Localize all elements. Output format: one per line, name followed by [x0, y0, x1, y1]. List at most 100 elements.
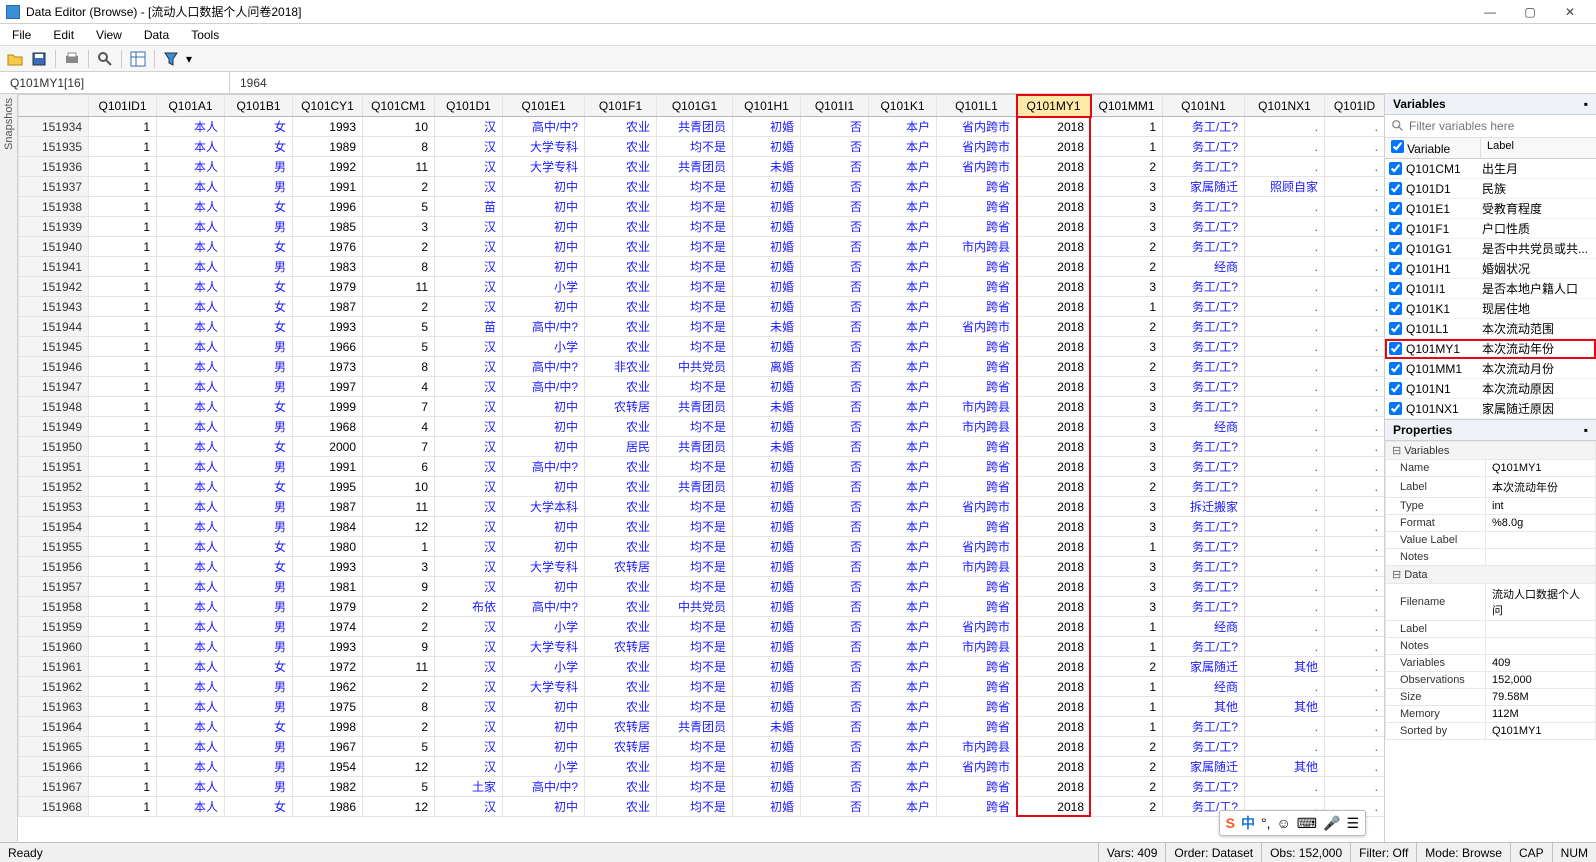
- cell[interactable]: 跨省: [937, 377, 1017, 397]
- snapshots-tab[interactable]: Snapshots: [0, 94, 18, 842]
- cell[interactable]: 跨省: [937, 517, 1017, 537]
- cell[interactable]: 省内跨市: [937, 137, 1017, 157]
- cell[interactable]: 农业: [585, 697, 657, 717]
- cell[interactable]: .: [1325, 337, 1385, 357]
- ime-toolbar[interactable]: S 中 °, ☺ ⌨ 🎤 ☰: [1219, 810, 1366, 836]
- table-row[interactable]: 1519401本人女19762汉初中农业均不是初婚否本户市内跨县20182务工/…: [19, 237, 1385, 257]
- cell[interactable]: .: [1325, 117, 1385, 137]
- cell[interactable]: 3: [363, 557, 435, 577]
- cell[interactable]: 均不是: [657, 297, 733, 317]
- cell[interactable]: .: [1325, 217, 1385, 237]
- variable-row[interactable]: Q101K1现居住地: [1385, 299, 1596, 319]
- save-icon[interactable]: [28, 48, 50, 70]
- cell[interactable]: .: [1325, 617, 1385, 637]
- cell[interactable]: 高中/中?: [503, 117, 585, 137]
- table-row[interactable]: 1519361本人男199211汉大学专科农业共青团员未婚否本户省内跨市2018…: [19, 157, 1385, 177]
- cell[interactable]: 共青团员: [657, 717, 733, 737]
- property-section[interactable]: Data: [1386, 566, 1596, 584]
- cell[interactable]: 5: [363, 317, 435, 337]
- cell[interactable]: .: [1245, 217, 1325, 237]
- ime-voice-icon[interactable]: 🎤: [1323, 815, 1340, 832]
- cell[interactable]: 大学专科: [503, 637, 585, 657]
- cell[interactable]: 市内跨县: [937, 237, 1017, 257]
- cell[interactable]: .: [1245, 577, 1325, 597]
- table-row[interactable]: 1519391本人男19853汉初中农业均不是初婚否本户跨省20183务工/工?…: [19, 217, 1385, 237]
- cell[interactable]: 1974: [293, 617, 363, 637]
- menu-edit[interactable]: Edit: [49, 26, 78, 44]
- cell[interactable]: 男: [225, 357, 293, 377]
- row-number[interactable]: 151948: [19, 397, 89, 417]
- cell[interactable]: 2: [1091, 657, 1163, 677]
- cell[interactable]: .: [1325, 137, 1385, 157]
- cell[interactable]: 1: [1091, 137, 1163, 157]
- column-header[interactable]: [19, 95, 89, 117]
- cell[interactable]: 1: [89, 117, 157, 137]
- cell[interactable]: 2018: [1017, 597, 1091, 617]
- table-row[interactable]: 1519381本人女19965苗初中农业均不是初婚否本户跨省20183务工/工?…: [19, 197, 1385, 217]
- cell[interactable]: 务工/工?: [1163, 577, 1245, 597]
- table-row[interactable]: 1519561本人女19933汉大学专科农转居均不是初婚否本户市内跨县20183…: [19, 557, 1385, 577]
- cell[interactable]: 1968: [293, 417, 363, 437]
- cell[interactable]: 1: [1091, 637, 1163, 657]
- cell[interactable]: 均不是: [657, 677, 733, 697]
- cell[interactable]: 初中: [503, 717, 585, 737]
- cell[interactable]: 初中: [503, 517, 585, 537]
- property-row[interactable]: Filename流动人口数据个人问: [1386, 584, 1596, 621]
- cell[interactable]: 本人: [157, 517, 225, 537]
- cell[interactable]: 初婚: [733, 237, 801, 257]
- cell[interactable]: 男: [225, 677, 293, 697]
- cell[interactable]: 2018: [1017, 557, 1091, 577]
- cell[interactable]: .: [1325, 597, 1385, 617]
- cell[interactable]: 1: [1091, 537, 1163, 557]
- row-number[interactable]: 151955: [19, 537, 89, 557]
- cell[interactable]: .: [1245, 257, 1325, 277]
- cell[interactable]: 1: [89, 637, 157, 657]
- cell[interactable]: 本户: [869, 237, 937, 257]
- cell[interactable]: .: [1325, 417, 1385, 437]
- row-number[interactable]: 151947: [19, 377, 89, 397]
- cell[interactable]: .: [1245, 437, 1325, 457]
- cell-value[interactable]: 1964: [230, 72, 1596, 93]
- row-number[interactable]: 151939: [19, 217, 89, 237]
- cell[interactable]: 8: [363, 697, 435, 717]
- cell[interactable]: 女: [225, 797, 293, 817]
- cell[interactable]: 均不是: [657, 137, 733, 157]
- filter-icon[interactable]: [160, 48, 182, 70]
- cell[interactable]: 男: [225, 217, 293, 237]
- cell[interactable]: 初中: [503, 797, 585, 817]
- property-row[interactable]: Value Label: [1386, 532, 1596, 549]
- cell[interactable]: 男: [225, 177, 293, 197]
- cell[interactable]: 高中/中?: [503, 377, 585, 397]
- cell[interactable]: 本户: [869, 577, 937, 597]
- cell[interactable]: 否: [801, 237, 869, 257]
- cell[interactable]: 3: [1091, 337, 1163, 357]
- table-row[interactable]: 1519421本人女197911汉小学农业均不是初婚否本户跨省20183务工/工…: [19, 277, 1385, 297]
- cell[interactable]: 2: [1091, 477, 1163, 497]
- column-header[interactable]: Q101A1: [157, 95, 225, 117]
- cell[interactable]: 汉: [435, 717, 503, 737]
- table-row[interactable]: 1519351本人女19898汉大学专科农业均不是初婚否本户省内跨市20181务…: [19, 137, 1385, 157]
- cell[interactable]: 3: [1091, 377, 1163, 397]
- cell[interactable]: 1991: [293, 177, 363, 197]
- cell[interactable]: 其他: [1245, 757, 1325, 777]
- cell[interactable]: 初中: [503, 197, 585, 217]
- cell[interactable]: 1982: [293, 777, 363, 797]
- cell[interactable]: 农业: [585, 497, 657, 517]
- cell[interactable]: 1: [89, 337, 157, 357]
- cell[interactable]: 农业: [585, 177, 657, 197]
- cell[interactable]: 否: [801, 277, 869, 297]
- cell[interactable]: 务工/工?: [1163, 437, 1245, 457]
- cell[interactable]: 本人: [157, 157, 225, 177]
- cell[interactable]: 本户: [869, 517, 937, 537]
- cell[interactable]: 本人: [157, 297, 225, 317]
- cell[interactable]: 1973: [293, 357, 363, 377]
- cell[interactable]: 1: [89, 277, 157, 297]
- cell[interactable]: 本人: [157, 257, 225, 277]
- cell[interactable]: 8: [363, 257, 435, 277]
- cell[interactable]: 市内跨县: [937, 637, 1017, 657]
- cell[interactable]: 初婚: [733, 277, 801, 297]
- cell[interactable]: 跨省: [937, 297, 1017, 317]
- cell[interactable]: 务工/工?: [1163, 277, 1245, 297]
- cell[interactable]: 2: [363, 597, 435, 617]
- cell[interactable]: 农业: [585, 317, 657, 337]
